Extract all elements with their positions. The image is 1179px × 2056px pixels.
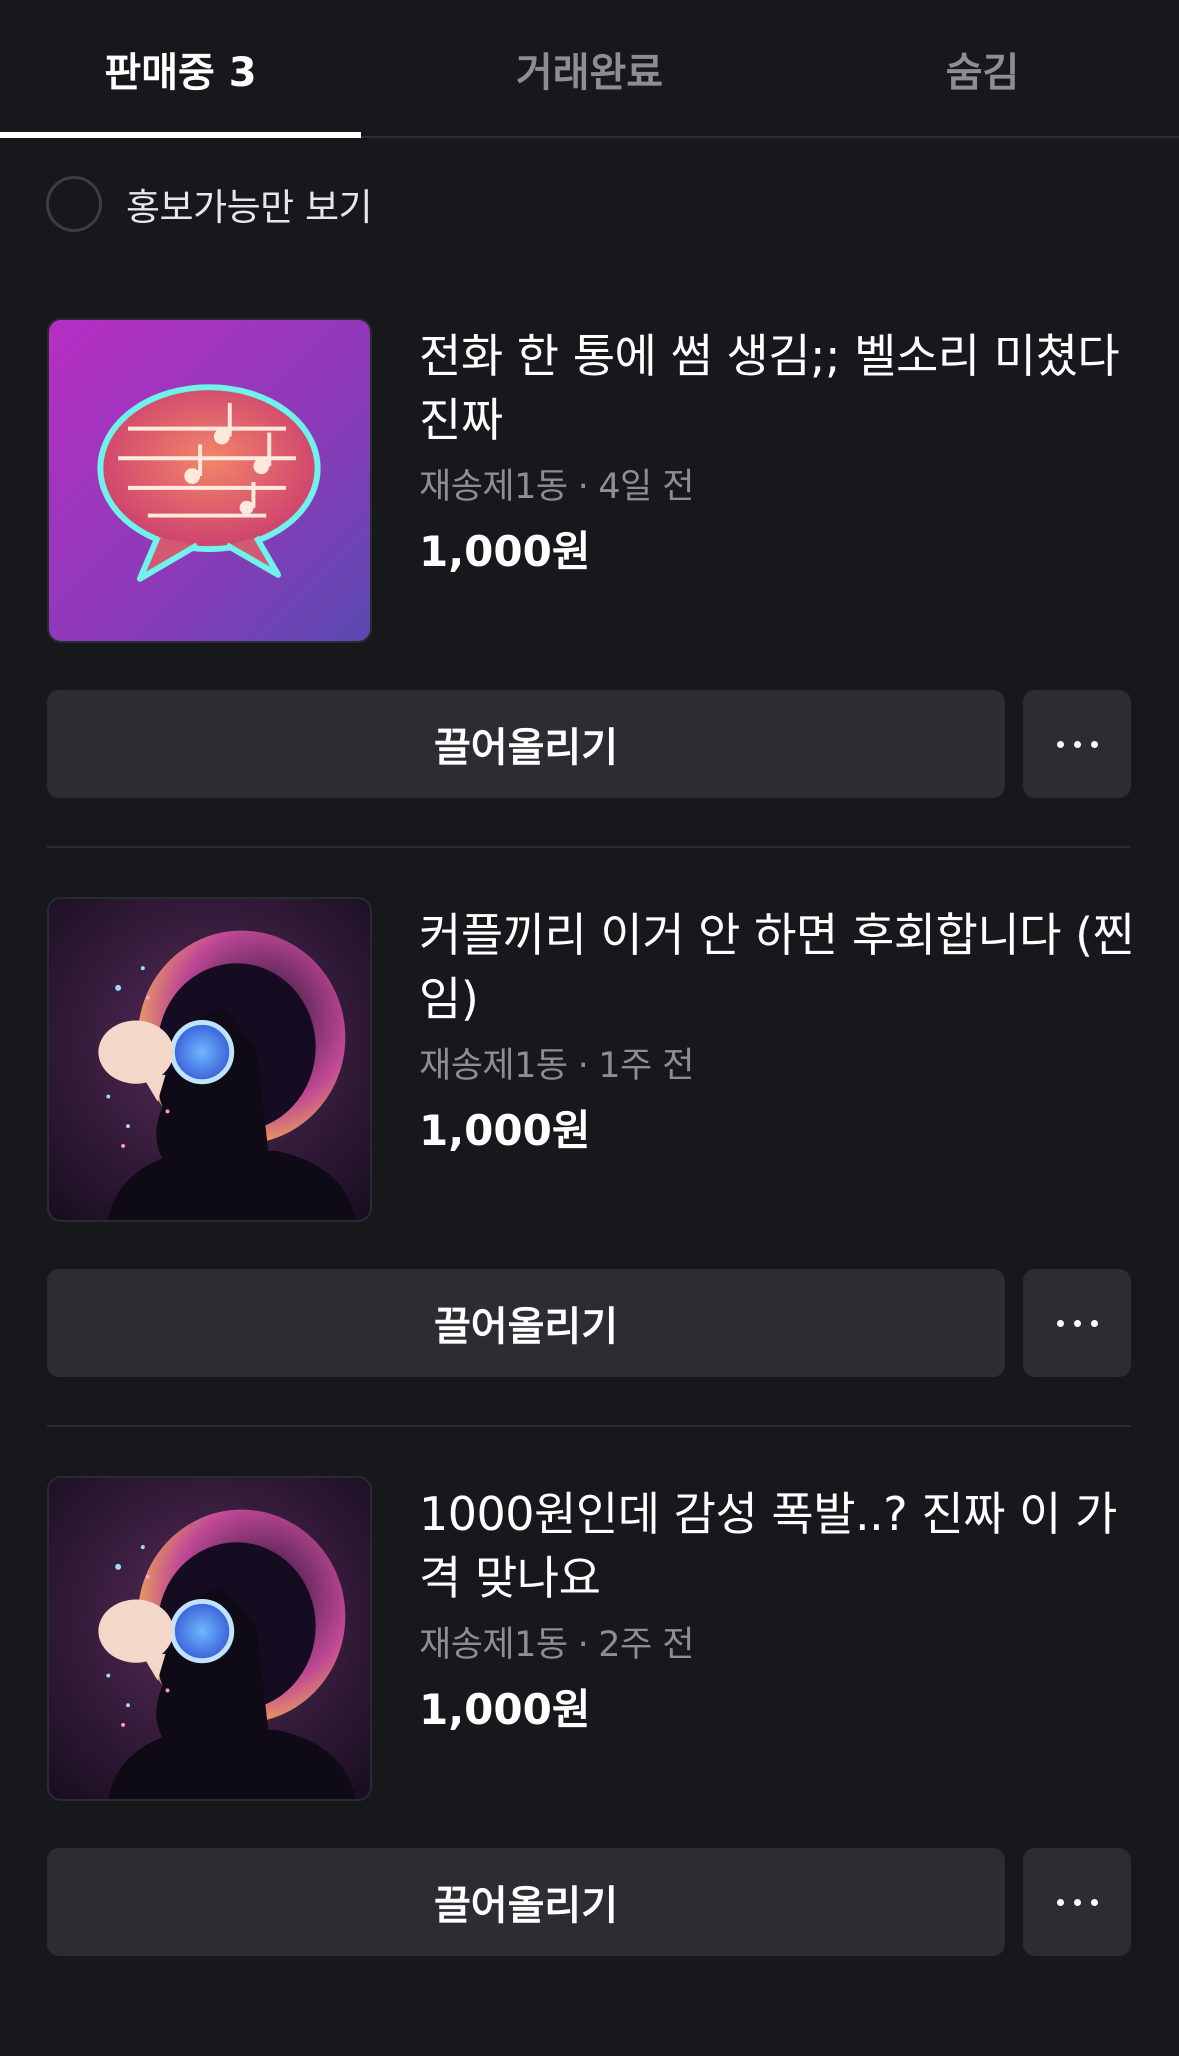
item-time: 1주 전	[598, 1046, 695, 1086]
list-item[interactable]: 전화 한 통에 썸 생김;; 벨소리 미쳤다 진짜 재송제1동 · 4일 전 1,0…	[0, 318, 1179, 898]
item-time: 4일 전	[598, 467, 695, 507]
item-title[interactable]: 전화 한 통에 썸 생김;; 벨소리 미쳤다 진짜	[419, 324, 1139, 452]
item-location: 재송제1동	[419, 1625, 568, 1665]
list-item[interactable]: 커플끼리 이거 안 하면 후회합니다 (찐임) 재송제1동 · 1주 전 1,000…	[0, 897, 1179, 1477]
more-horizontal-icon	[1056, 1319, 1064, 1327]
item-location: 재송제1동	[419, 1046, 568, 1086]
more-dot	[1090, 1319, 1098, 1327]
profile-silhouette-speech-bubble-icon	[49, 1478, 370, 1799]
item-price: 1,000원	[419, 527, 591, 576]
list-item[interactable]: 1000원인데 감성 폭발..? 진짜 이 가격 맞나요 재송제1동 · 2주 전 …	[0, 1476, 1179, 2056]
item-thumbnail[interactable]	[47, 1476, 372, 1801]
profile-silhouette-speech-bubble-icon	[49, 899, 370, 1220]
item-title[interactable]: 1000원인데 감성 폭발..? 진짜 이 가격 맞나요	[419, 1482, 1139, 1610]
meta-separator: ·	[577, 1625, 589, 1665]
more-horizontal-icon	[1056, 1898, 1064, 1906]
meta-separator: ·	[577, 467, 589, 507]
item-thumbnail[interactable]	[47, 318, 372, 643]
item-location: 재송제1동	[419, 467, 568, 507]
more-dot	[1090, 1898, 1098, 1906]
more-dot	[1090, 740, 1098, 748]
item-meta: 재송제1동 · 2주 전	[419, 1616, 695, 1667]
neon-speech-bubble-music-notes-icon	[49, 320, 370, 641]
divider	[47, 846, 1131, 848]
more-button[interactable]	[1023, 690, 1131, 798]
more-dot	[1073, 1319, 1081, 1327]
item-thumbnail[interactable]	[47, 897, 372, 1222]
bump-button[interactable]: 끌어올리기	[47, 1269, 1005, 1377]
divider	[47, 1425, 1131, 1427]
item-time: 2주 전	[598, 1625, 695, 1665]
more-dot	[1073, 740, 1081, 748]
more-dot	[1073, 1898, 1081, 1906]
item-title[interactable]: 커플끼리 이거 안 하면 후회합니다 (찐임)	[419, 903, 1139, 1031]
item-price: 1,000원	[419, 1685, 591, 1734]
filter-label: 홍보가능만 보기	[126, 186, 373, 229]
tab-hidden[interactable]: 숨김	[786, 0, 1179, 138]
promotable-only-filter[interactable]: 홍보가능만 보기	[46, 176, 373, 232]
tab-completed[interactable]: 거래완료	[393, 0, 786, 138]
item-meta: 재송제1동 · 4일 전	[419, 458, 695, 509]
item-price: 1,000원	[419, 1106, 591, 1155]
more-horizontal-icon	[1056, 740, 1064, 748]
filter-radio-button[interactable]	[46, 176, 102, 232]
bump-button[interactable]: 끌어올리기	[47, 690, 1005, 798]
more-button[interactable]	[1023, 1269, 1131, 1377]
tab-bar: 판매중 3 거래완료 숨김	[0, 0, 1179, 138]
item-meta: 재송제1동 · 1주 전	[419, 1037, 695, 1088]
active-tab-indicator	[0, 132, 361, 138]
bump-button[interactable]: 끌어올리기	[47, 1848, 1005, 1956]
more-button[interactable]	[1023, 1848, 1131, 1956]
tab-on-sale[interactable]: 판매중 3	[0, 0, 361, 138]
meta-separator: ·	[577, 1046, 589, 1086]
